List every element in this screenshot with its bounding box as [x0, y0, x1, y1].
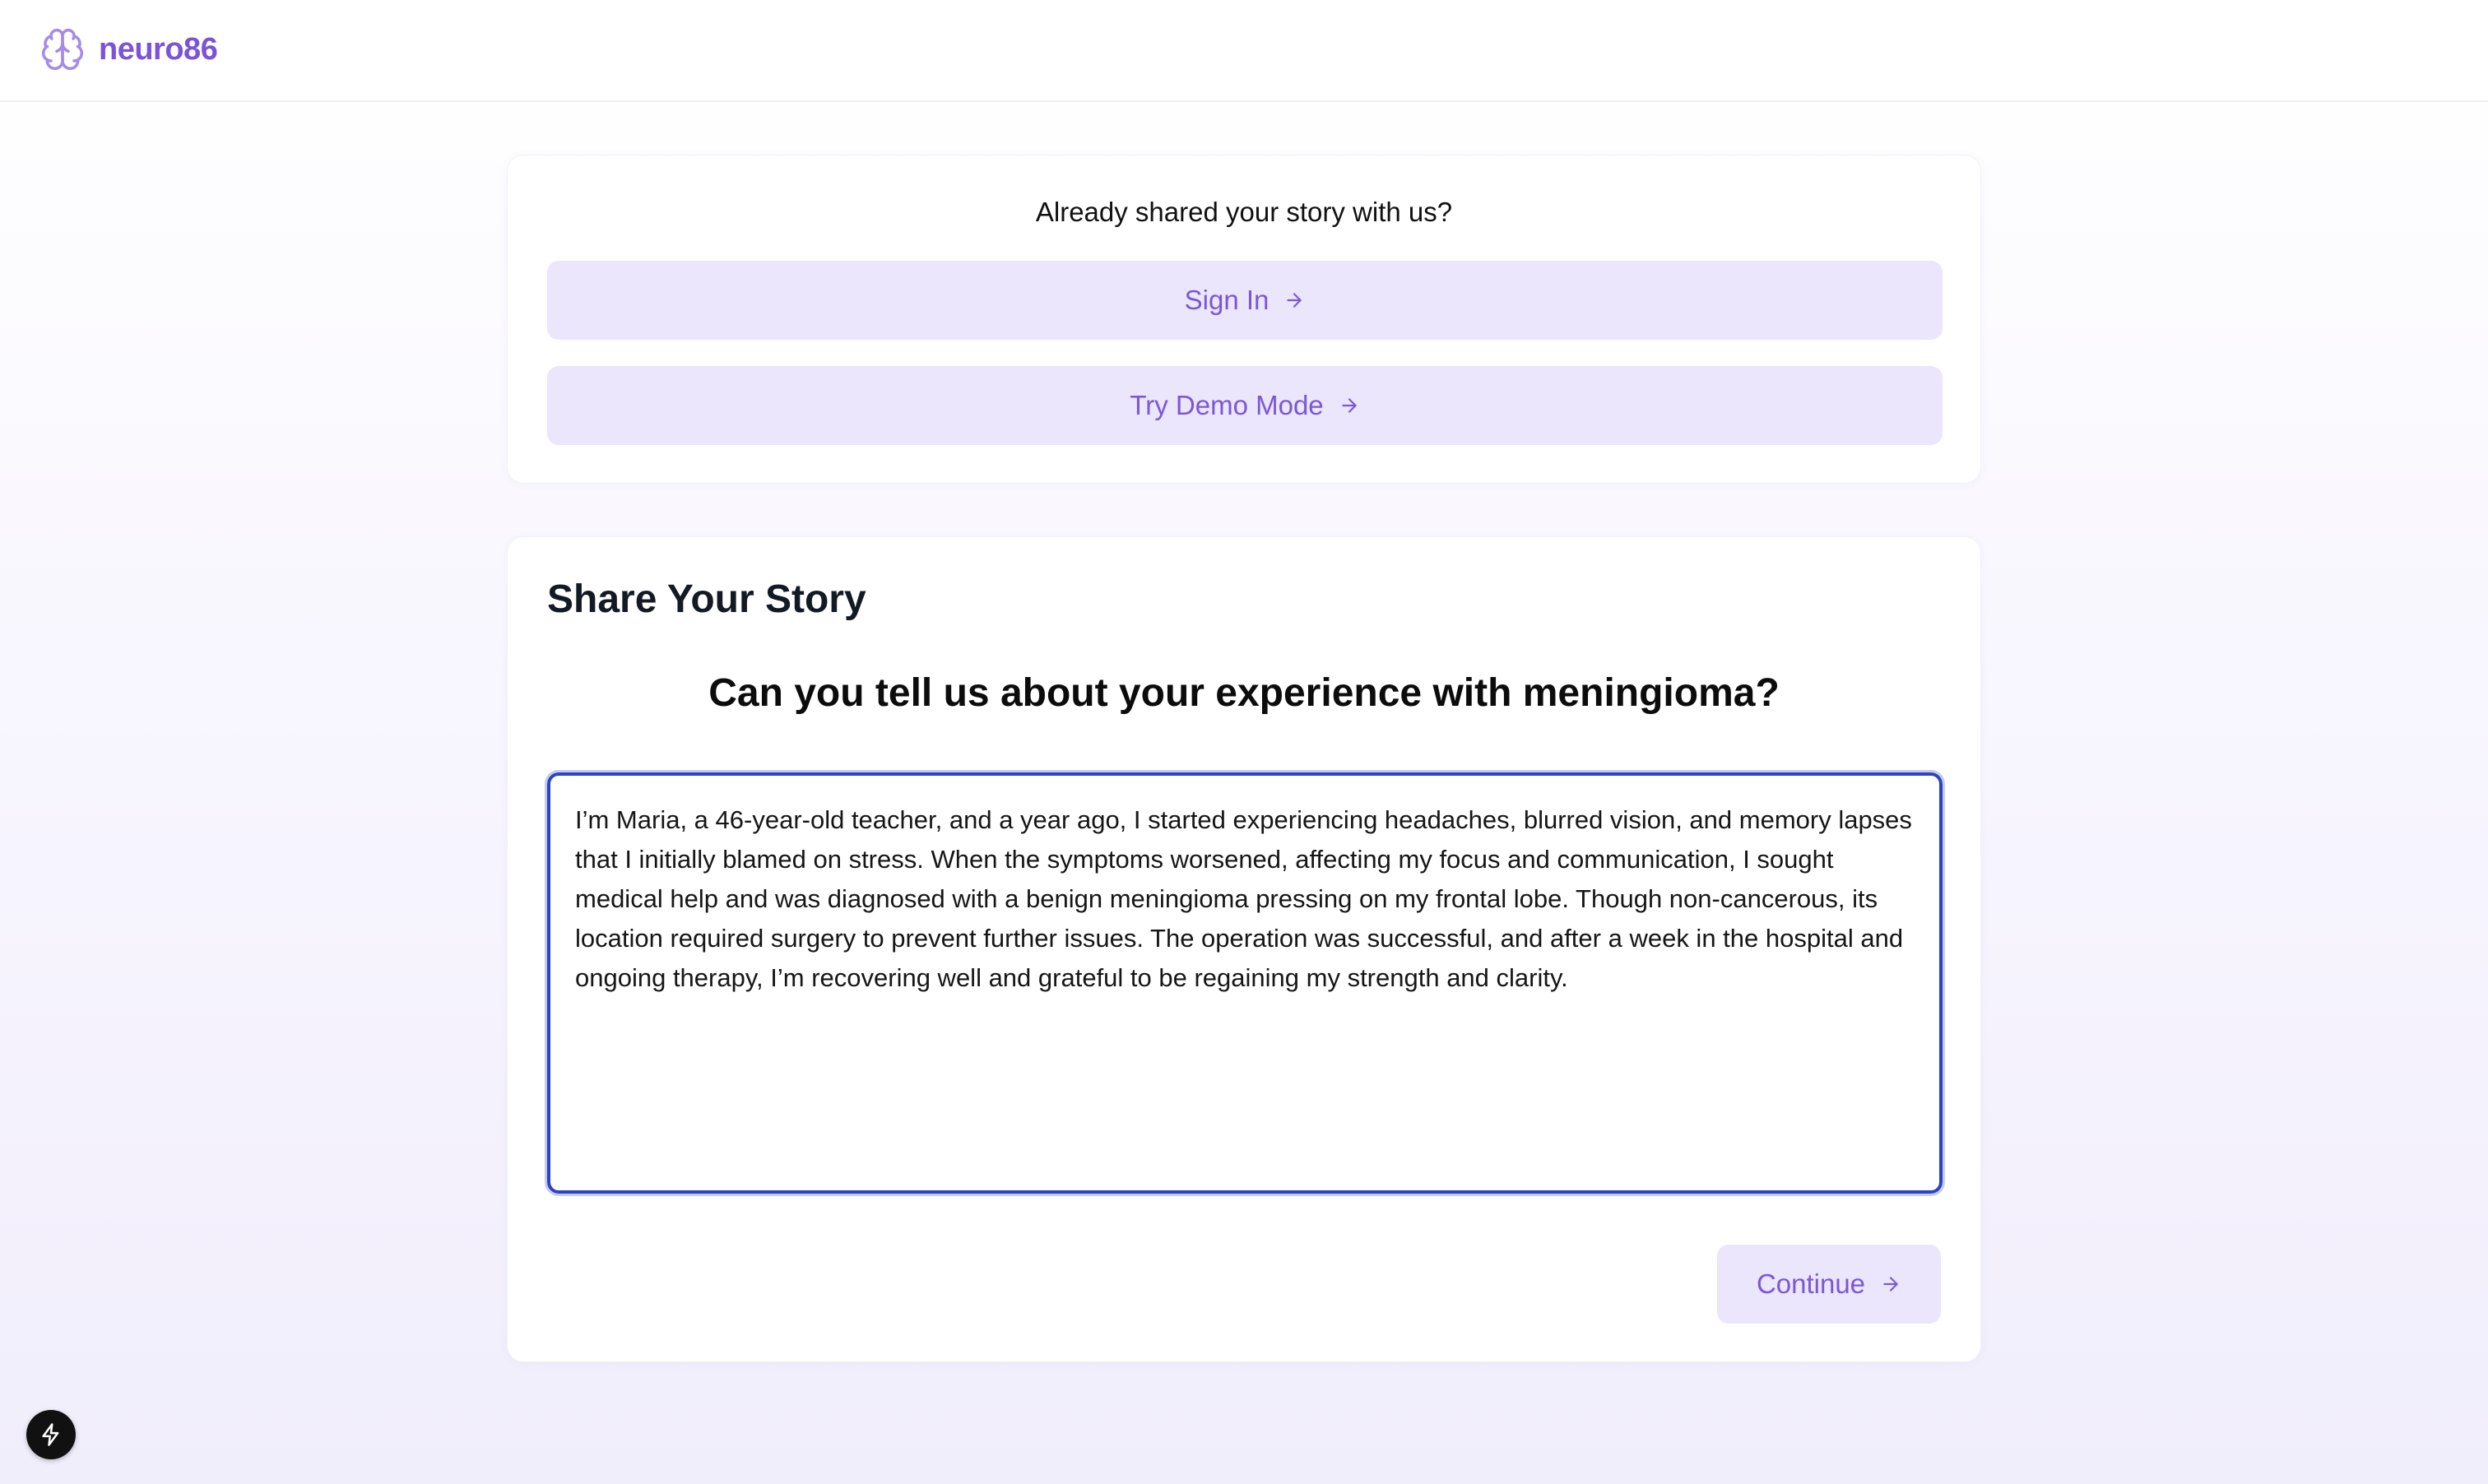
arrow-right-icon: [1883, 1277, 1898, 1292]
try-demo-mode-button[interactable]: Try Demo Mode: [547, 366, 1943, 445]
continue-label: Continue: [1756, 1268, 1866, 1299]
lightning-bolt-icon: [42, 1423, 59, 1446]
top-header: neuro86: [0, 0, 2488, 102]
story-question: Can you tell us about your experience wi…: [708, 671, 1780, 715]
arrow-right-icon: [1342, 398, 1357, 413]
try-demo-mode-label: Try Demo Mode: [1130, 390, 1324, 420]
brand-logo[interactable]: neuro86: [39, 25, 218, 74]
story-textarea[interactable]: I’m Maria, a 46-year-old teacher, and a …: [545, 770, 1945, 1196]
continue-button[interactable]: Continue: [1717, 1245, 1941, 1324]
share-story-card: Share Your Story Can you tell us about y…: [507, 536, 1981, 1362]
signin-prompt: Already shared your story with us?: [1035, 197, 1453, 227]
signin-card: Already shared your story with us? Sign …: [507, 155, 1981, 484]
sign-in-button[interactable]: Sign In: [547, 261, 1943, 340]
brand-name: neuro86: [99, 31, 218, 67]
arrow-right-icon: [1287, 293, 1302, 308]
sign-in-label: Sign In: [1184, 285, 1270, 315]
brain-icon: [41, 28, 84, 71]
share-story-heading: Share Your Story: [547, 577, 866, 621]
dev-tools-button[interactable]: [26, 1410, 76, 1459]
